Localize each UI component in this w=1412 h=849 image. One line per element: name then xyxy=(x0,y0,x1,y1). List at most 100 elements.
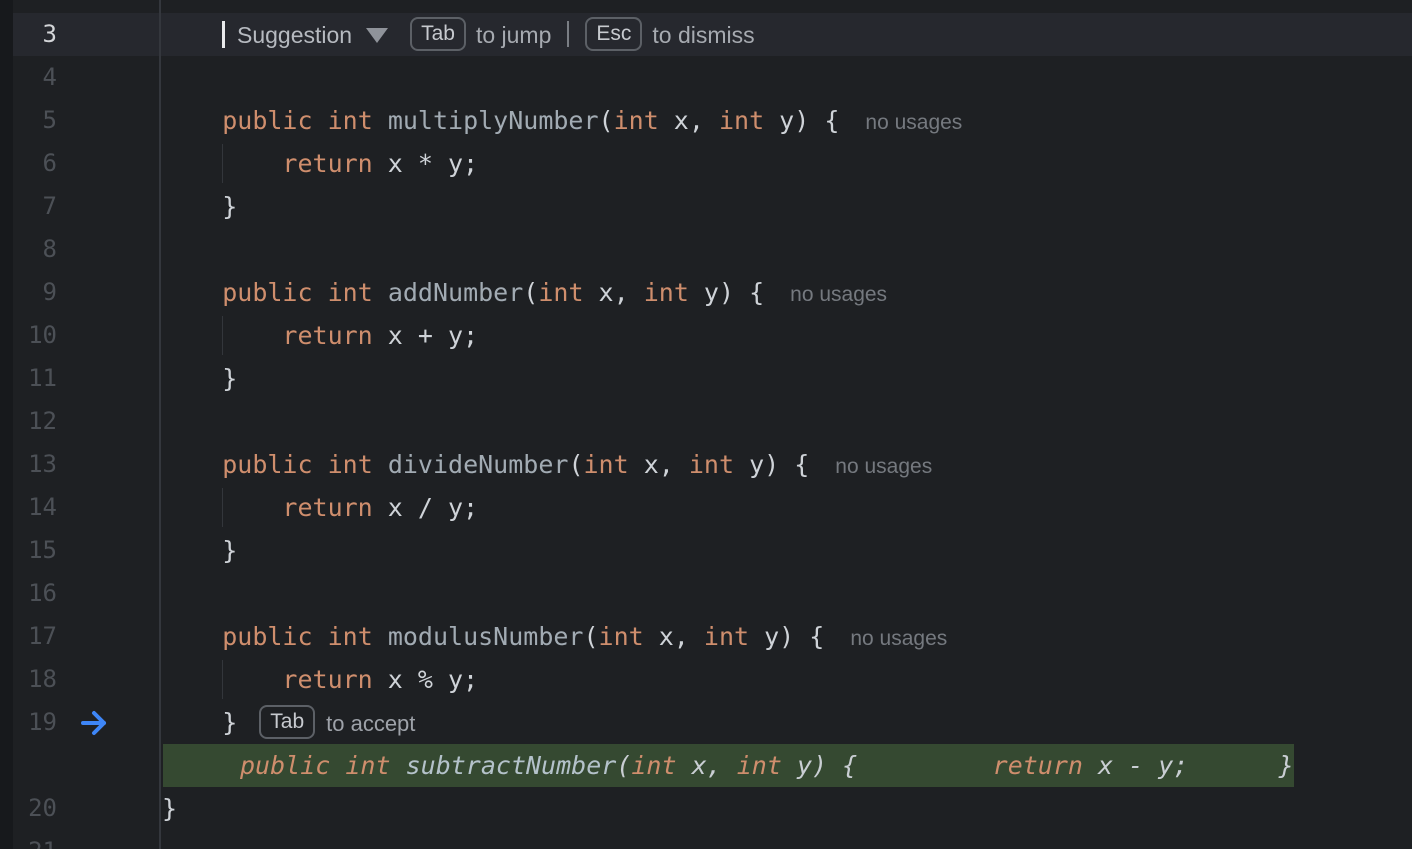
no-usages-hint[interactable]: no usages xyxy=(850,627,947,650)
code-line[interactable]: 12 xyxy=(0,400,1412,443)
line-number[interactable]: 6 xyxy=(43,142,57,185)
code-line[interactable]: 7 } xyxy=(0,185,1412,228)
code-token: multiplyNumber xyxy=(388,106,599,135)
line-number[interactable]: 18 xyxy=(28,658,57,701)
code-line[interactable]: 17 public int modulusNumber(int x, int y… xyxy=(0,615,1412,658)
indent-guide xyxy=(222,144,223,183)
line-number[interactable]: 11 xyxy=(28,357,57,400)
code-line[interactable]: 6 return x * y; xyxy=(0,142,1412,185)
code-content: } xyxy=(160,185,1412,228)
code-token: y) { xyxy=(782,751,857,780)
code-token: divideNumber xyxy=(388,450,569,479)
code-content: return x / y; xyxy=(160,486,1412,529)
line-number[interactable]: 21 xyxy=(28,830,57,849)
gutter: 16 xyxy=(0,572,160,615)
gutter: 18 xyxy=(0,658,160,701)
gutter: 20 xyxy=(0,787,160,830)
line-number[interactable]: 3 xyxy=(43,13,57,56)
code-content xyxy=(160,830,1412,849)
gutter: 17 xyxy=(0,615,160,658)
code-token: int xyxy=(631,751,676,780)
code-token: return xyxy=(282,665,372,694)
tab-action-label: to jump xyxy=(476,22,551,48)
code-token: int xyxy=(328,622,373,651)
gutter: 12 xyxy=(0,400,160,443)
code-line[interactable]: 14 return x / y; xyxy=(0,486,1412,529)
code-line[interactable]: 19 }Tabto accept xyxy=(0,701,1412,744)
code-token: y) { xyxy=(764,106,839,135)
line-number[interactable]: 13 xyxy=(28,443,57,486)
code-line[interactable]: 9 public int addNumber(int x, int y) {no… xyxy=(0,271,1412,314)
line-number[interactable]: 7 xyxy=(43,185,57,228)
code-content xyxy=(160,400,1412,443)
code-token: int xyxy=(599,622,644,651)
code-token: x % y; xyxy=(373,665,478,694)
line-number[interactable]: 17 xyxy=(28,615,57,658)
no-usages-hint[interactable]: no usages xyxy=(790,283,887,306)
code-token: int xyxy=(328,278,373,307)
gutter: 14 xyxy=(0,486,160,529)
gutter: 5 xyxy=(0,99,160,142)
text-caret xyxy=(222,21,225,48)
code-token xyxy=(162,106,222,135)
line-number[interactable]: 20 xyxy=(28,787,57,830)
line-number[interactable]: 9 xyxy=(43,271,57,314)
code-line[interactable]: 16 xyxy=(0,572,1412,615)
code-token xyxy=(162,450,222,479)
line-number[interactable]: 19 xyxy=(28,701,57,744)
code-token: } xyxy=(162,192,237,221)
code-token xyxy=(313,278,328,307)
code-token: ( xyxy=(616,751,631,780)
line-number[interactable]: 10 xyxy=(28,314,57,357)
code-line[interactable]: 11 } xyxy=(0,357,1412,400)
no-usages-hint[interactable]: no usages xyxy=(835,455,932,478)
code-line[interactable]: 4 xyxy=(0,56,1412,99)
code-line[interactable]: 20} xyxy=(0,787,1412,830)
line-number[interactable]: 14 xyxy=(28,486,57,529)
suggestion-preview-line[interactable]: public int subtractNumber(int x, int y) … xyxy=(0,744,1412,787)
code-token: int xyxy=(614,106,659,135)
line-number[interactable]: 8 xyxy=(43,228,57,271)
code-line[interactable]: 21 xyxy=(0,830,1412,849)
code-token xyxy=(373,622,388,651)
code-token: } xyxy=(162,364,237,393)
line-number[interactable]: 5 xyxy=(43,99,57,142)
gutter: 11 xyxy=(0,357,160,400)
code-content xyxy=(160,228,1412,271)
code-token: ( xyxy=(568,450,583,479)
code-line[interactable]: 3SuggestionTabto jumpEscto dismiss xyxy=(0,13,1412,56)
esc-action-label: to dismiss xyxy=(652,22,754,48)
suggestion-dropdown-label[interactable]: Suggestion xyxy=(237,22,352,48)
code-content xyxy=(160,56,1412,99)
code-content: } xyxy=(160,529,1412,572)
code-line[interactable]: 10 return x + y; xyxy=(0,314,1412,357)
code-line[interactable]: 15 } xyxy=(0,529,1412,572)
code-content: public int modulusNumber(int x, int y) {… xyxy=(160,615,1412,658)
code-token: ( xyxy=(599,106,614,135)
jump-arrow-icon[interactable] xyxy=(80,709,110,741)
line-number[interactable]: 12 xyxy=(28,400,57,443)
code-editor[interactable]: 3SuggestionTabto jumpEscto dismiss45 pub… xyxy=(0,0,1412,849)
code-token: return xyxy=(282,493,372,522)
code-line[interactable]: 5 public int multiplyNumber(int x, int y… xyxy=(0,99,1412,142)
code-token: subtractNumber xyxy=(406,751,617,780)
code-token: modulusNumber xyxy=(388,622,584,651)
code-token: int xyxy=(704,622,749,651)
code-token xyxy=(313,106,328,135)
suggestion-code-block[interactable]: public int subtractNumber(int x, int y) … xyxy=(163,744,1294,787)
code-token: return xyxy=(282,149,372,178)
code-content: return x + y; xyxy=(160,314,1412,357)
code-line[interactable]: 8 xyxy=(0,228,1412,271)
line-number[interactable]: 15 xyxy=(28,529,57,572)
chevron-down-icon[interactable] xyxy=(366,28,388,43)
no-usages-hint[interactable]: no usages xyxy=(865,111,962,134)
code-token: public xyxy=(222,622,312,651)
gutter: 9 xyxy=(0,271,160,314)
keyboard-key-badge: Esc xyxy=(585,17,642,51)
code-token: int xyxy=(328,450,373,479)
line-number[interactable]: 16 xyxy=(28,572,57,615)
code-line[interactable]: 13 public int divideNumber(int x, int y)… xyxy=(0,443,1412,486)
line-number[interactable]: 4 xyxy=(43,56,57,99)
code-line[interactable]: 18 return x % y; xyxy=(0,658,1412,701)
code-token: x, xyxy=(659,106,719,135)
